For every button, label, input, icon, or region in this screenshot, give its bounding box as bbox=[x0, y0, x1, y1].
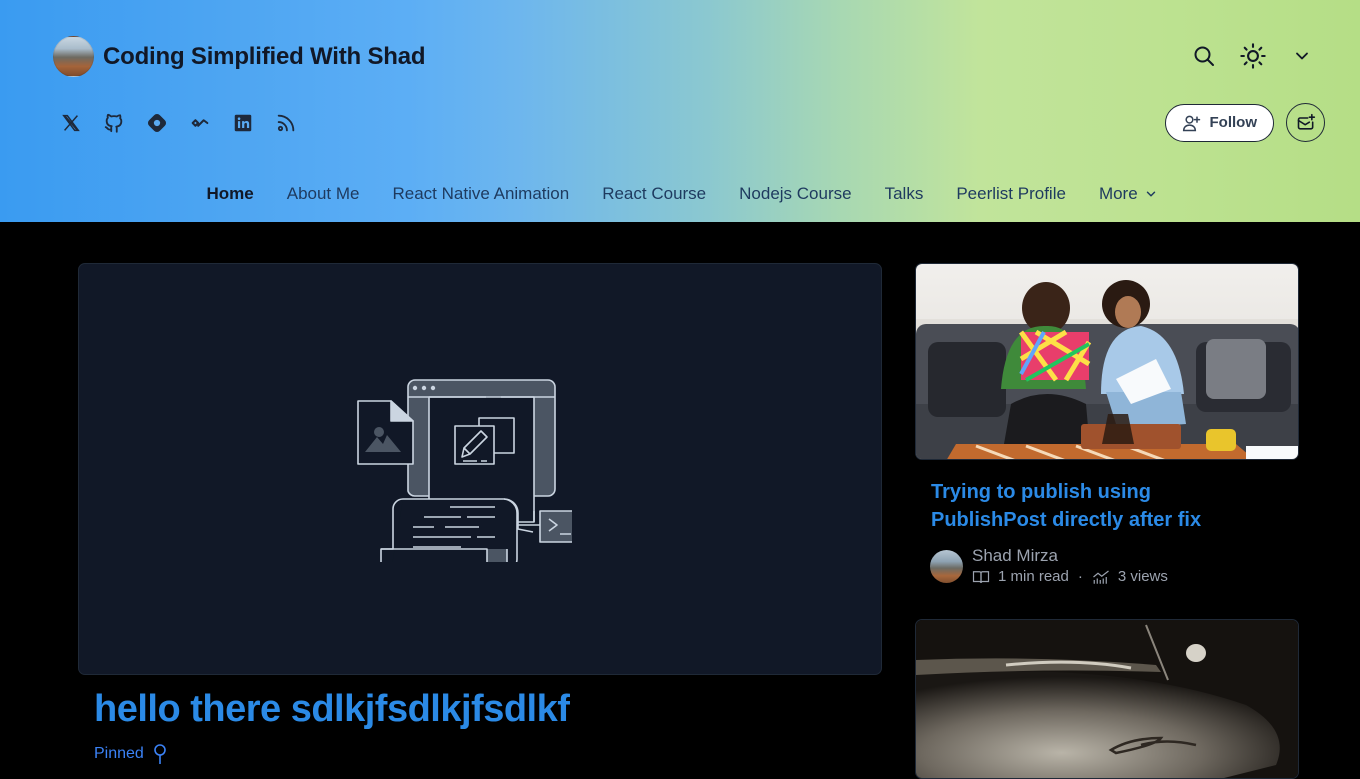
post-cover-image[interactable] bbox=[915, 263, 1299, 460]
nav-item-more[interactable]: More bbox=[1082, 184, 1174, 204]
search-icon bbox=[1194, 46, 1214, 66]
author-avatar[interactable] bbox=[930, 550, 963, 583]
placeholder-illustration-icon bbox=[357, 379, 572, 562]
featured-post-cover[interactable] bbox=[78, 263, 882, 675]
post-stats: 1 min read · 3 views bbox=[972, 568, 1168, 585]
author-name[interactable]: Shad Mirza bbox=[972, 546, 1168, 566]
nav-item-talks[interactable]: Talks bbox=[868, 184, 940, 204]
post-cover-photo bbox=[916, 620, 1298, 778]
nav-item-react-course[interactable]: React Course bbox=[586, 184, 723, 204]
follow-actions: Follow bbox=[1164, 103, 1325, 142]
pin-icon bbox=[154, 744, 166, 764]
book-open-icon bbox=[972, 570, 990, 583]
nav-item-about-me[interactable]: About Me bbox=[270, 184, 376, 204]
search-button[interactable] bbox=[1186, 38, 1222, 74]
read-time: 1 min read bbox=[998, 568, 1069, 585]
chevron-down-icon bbox=[1146, 191, 1155, 197]
peerlist-icon[interactable] bbox=[187, 110, 213, 136]
nav-more-label: More bbox=[1098, 184, 1138, 203]
nav-item-nodejs-course[interactable]: Nodejs Course bbox=[723, 184, 868, 204]
post-author-row: Shad Mirza 1 min read · 3 views bbox=[930, 546, 1168, 585]
profile-menu-button[interactable] bbox=[1284, 38, 1320, 74]
blog-logo-avatar[interactable] bbox=[53, 36, 94, 77]
linkedin-icon[interactable] bbox=[230, 110, 256, 136]
view-count: 3 views bbox=[1117, 568, 1168, 585]
blog-title[interactable]: Coding Simplified With Shad bbox=[103, 43, 426, 71]
post-title[interactable]: Trying to publish using PublishPost dire… bbox=[931, 478, 1271, 534]
post-cover-photo bbox=[916, 264, 1298, 459]
nav-item-react-native-animation[interactable]: React Native Animation bbox=[376, 184, 586, 204]
chevron-down-icon bbox=[1296, 52, 1308, 60]
rss-icon[interactable] bbox=[273, 110, 299, 136]
featured-post-title[interactable]: hello there sdlkjfsdlkjfsdlkf bbox=[94, 688, 570, 731]
pinned-badge: Pinned bbox=[94, 744, 168, 764]
post-meta: Shad Mirza 1 min read · 3 views bbox=[972, 546, 1168, 585]
post-cover-image[interactable] bbox=[915, 619, 1299, 779]
x-icon[interactable] bbox=[58, 110, 84, 136]
github-icon[interactable] bbox=[101, 110, 127, 136]
follow-button-label: Follow bbox=[1209, 114, 1258, 131]
hashnode-icon[interactable] bbox=[144, 110, 170, 136]
pinned-label: Pinned bbox=[94, 745, 144, 762]
blog-header: Coding Simplified With Shad Follow Home … bbox=[0, 0, 1360, 222]
sun-icon bbox=[1240, 43, 1266, 69]
newsletter-button[interactable] bbox=[1286, 103, 1325, 142]
blog-brand[interactable]: Coding Simplified With Shad bbox=[53, 36, 426, 77]
nav-item-home[interactable]: Home bbox=[190, 184, 270, 204]
social-links bbox=[58, 110, 316, 136]
newsletter-icon bbox=[1297, 113, 1315, 130]
header-actions bbox=[1173, 38, 1320, 74]
nav-item-peerlist-profile[interactable]: Peerlist Profile bbox=[940, 184, 1083, 204]
main-nav: Home About Me React Native Animation Rea… bbox=[190, 184, 1174, 204]
follow-button[interactable]: Follow bbox=[1164, 103, 1274, 142]
views-chart-icon bbox=[1092, 570, 1109, 584]
theme-toggle-button[interactable] bbox=[1235, 38, 1271, 74]
user-plus-icon bbox=[1182, 115, 1200, 131]
meta-separator: · bbox=[1077, 568, 1083, 585]
